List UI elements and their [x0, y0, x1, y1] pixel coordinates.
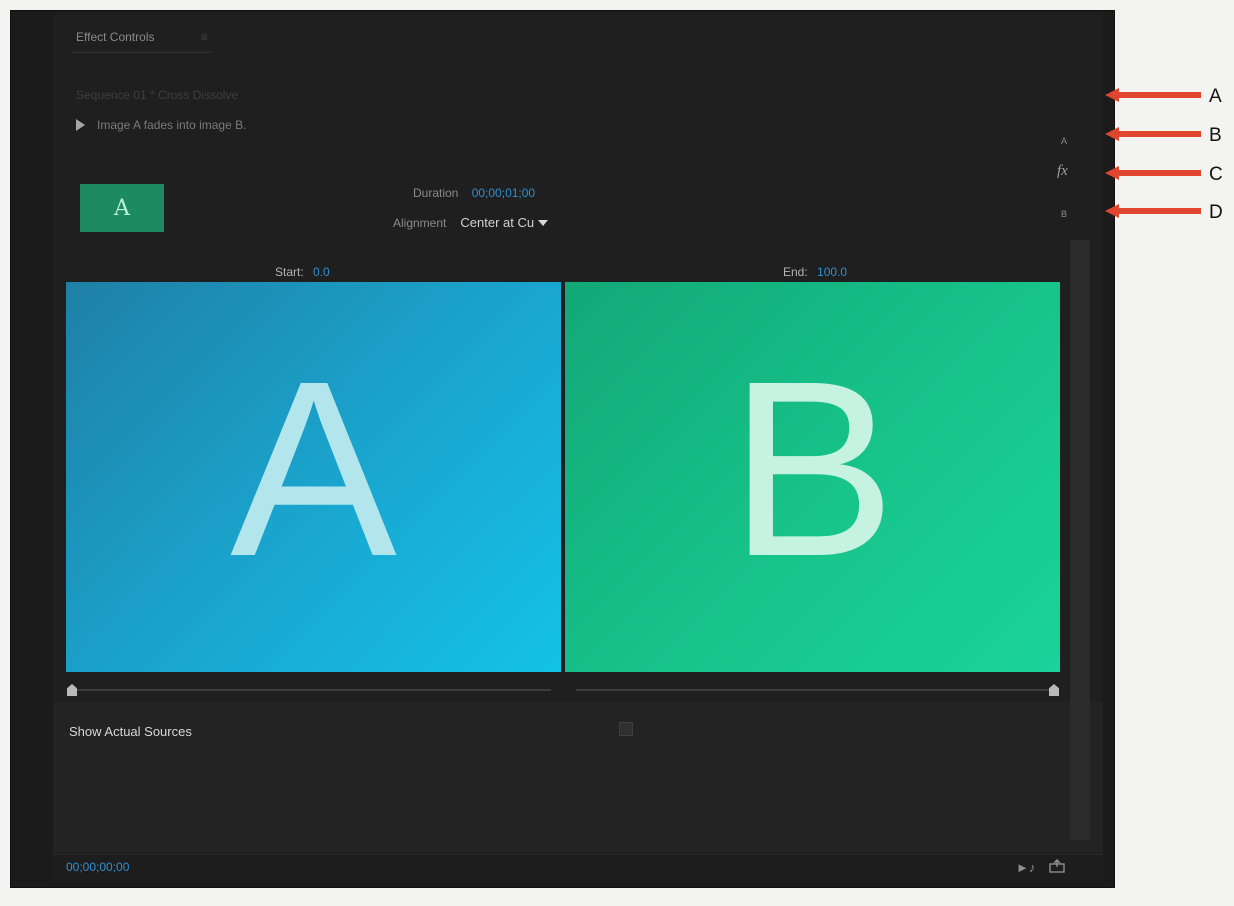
duration-label: Duration [413, 186, 459, 200]
annotation-c: C [1209, 164, 1223, 185]
start-slider-handle[interactable] [67, 684, 77, 696]
preview-a: A [66, 282, 561, 672]
start-row: Start: 0.0 [275, 265, 330, 279]
arrow-d-icon [1105, 204, 1201, 218]
timecode[interactable]: 00;00;00;00 [66, 860, 129, 874]
arrow-c-icon [1105, 166, 1201, 180]
annotation-d: D [1209, 202, 1223, 223]
annotation-a: A [1209, 86, 1222, 107]
play-audio-icon[interactable]: ►♪ [1016, 860, 1035, 875]
panel-title[interactable]: Effect Controls [76, 30, 154, 44]
title-underline [71, 52, 211, 53]
arrow-a-icon [1105, 88, 1201, 102]
alignment-dropdown[interactable]: Center at Cu [460, 215, 549, 230]
options-area [53, 702, 1103, 852]
footer-bar [53, 854, 1103, 882]
alignment-row: Alignment Center at Cu [393, 215, 549, 230]
preview-b: B [565, 282, 1060, 672]
end-slider-handle[interactable] [1049, 684, 1059, 696]
fx-icon: fx [1057, 163, 1068, 179]
preview-a-letter: A [230, 329, 397, 608]
annotation-b: B [1209, 125, 1222, 146]
panel-scrollbar[interactable] [1070, 240, 1090, 840]
end-slider-track[interactable] [576, 689, 1054, 691]
show-actual-sources-checkbox[interactable] [619, 722, 633, 736]
alignment-label: Alignment [393, 215, 447, 230]
start-label: Start: [275, 265, 304, 279]
export-icon[interactable] [1049, 859, 1065, 873]
duration-row: Duration 00;00;01;00 [413, 186, 535, 200]
effect-controls-panel: Effect Controls ≡ Sequence 01 * Cross Di… [53, 14, 1103, 882]
track-a-label: A [1061, 136, 1068, 146]
chevron-down-icon [538, 219, 549, 226]
thumbnail-letter: A [114, 195, 130, 221]
show-actual-sources-label: Show Actual Sources [69, 724, 192, 739]
start-value[interactable]: 0.0 [313, 265, 330, 279]
transition-thumbnail[interactable]: A [80, 184, 164, 232]
sequence-label: Sequence 01 * Cross Dissolve [76, 88, 239, 102]
end-value[interactable]: 100.0 [817, 265, 847, 279]
end-row: End: 100.0 [783, 265, 847, 279]
transition-description: Image A fades into image B. [97, 118, 247, 132]
end-label: End: [783, 265, 808, 279]
description-row: Image A fades into image B. [76, 118, 246, 132]
panel-menu-icon[interactable]: ≡ [201, 30, 208, 44]
track-b-label: B [1061, 209, 1068, 219]
duration-value[interactable]: 00;00;01;00 [472, 186, 535, 200]
start-slider-track[interactable] [73, 689, 551, 691]
play-icon[interactable] [76, 119, 85, 131]
preview-b-letter: B [729, 329, 896, 608]
alignment-value: Center at Cu [460, 215, 535, 230]
arrow-b-icon [1105, 127, 1201, 141]
